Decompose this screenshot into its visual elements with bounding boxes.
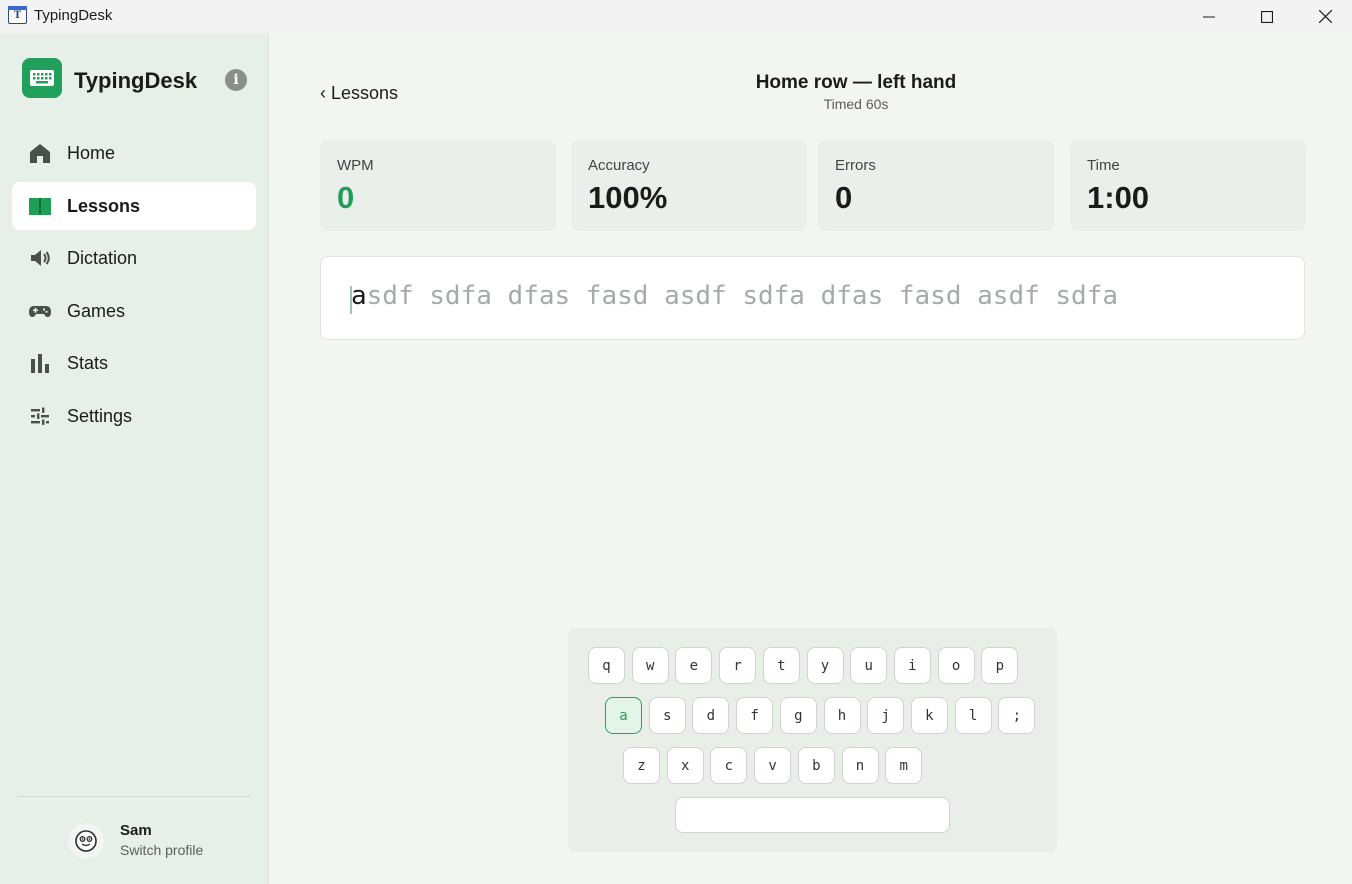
practice-text: asdf sdfa dfas fasd asdf sdfa dfas fasd …: [351, 281, 1118, 311]
stat-label: Accuracy: [588, 157, 650, 174]
window-title: TypingDesk: [34, 7, 113, 24]
profile-name[interactable]: Sam: [120, 822, 152, 839]
key-n[interactable]: n: [841, 747, 879, 784]
key-a[interactable]: a: [605, 697, 642, 734]
sliders-icon: [31, 407, 49, 425]
avatar[interactable]: [68, 823, 104, 859]
on-screen-keyboard: q w e r t y u i o p a s d f g h j k l; z x c v b n m: [568, 628, 1057, 852]
stat-card-wpm: WPM 0: [320, 140, 556, 231]
stat-label: Time: [1087, 157, 1120, 174]
home-icon: [30, 144, 50, 163]
switch-profile-link[interactable]: Switch profile: [120, 842, 203, 858]
smiley-avatar-icon: [75, 830, 97, 852]
sidebar-item-label: Home: [67, 143, 116, 163]
stat-value-errors: 0: [835, 180, 853, 215]
gamepad-icon: [29, 305, 51, 317]
book-icon: [29, 197, 51, 215]
key-d[interactable]: d: [692, 697, 730, 734]
key-f[interactable]: f: [736, 697, 774, 734]
sidebar-item-label: Games: [67, 300, 126, 321]
info-glyph: i: [233, 72, 239, 88]
stat-value-accuracy: 100%: [588, 180, 668, 215]
key-semicolon[interactable]: ;: [998, 697, 1036, 734]
key-v[interactable]: v: [754, 747, 792, 784]
key-l[interactable]: l: [954, 697, 992, 734]
key-y[interactable]: y: [806, 647, 844, 684]
sidebar-divider: [17, 796, 251, 797]
maximize-button[interactable]: [1238, 0, 1296, 33]
title-bar: T TypingDesk: [0, 0, 1352, 33]
sidebar-item-dictation[interactable]: Dictation: [12, 234, 256, 282]
key-space[interactable]: [675, 797, 950, 833]
key-t[interactable]: t: [762, 647, 800, 684]
key-x[interactable]: x: [666, 747, 704, 784]
sidebar-item-lessons[interactable]: Lessons: [12, 181, 256, 230]
lesson-title: Home row — left hand: [755, 72, 957, 93]
sidebar-item-settings[interactable]: Settings: [12, 392, 256, 440]
key-o[interactable]: o: [937, 647, 975, 684]
app-icon-letter: T: [13, 9, 22, 21]
back-to-lessons-link[interactable]: ‹ Lessons: [320, 83, 398, 104]
key-g[interactable]: g: [779, 697, 817, 734]
remaining-text: sdf sdfa dfas fasd asdf sdfa dfas fasd a…: [366, 281, 1119, 311]
close-icon: [1318, 10, 1332, 23]
stat-value-time: 1:00: [1087, 180, 1150, 215]
stat-label: WPM: [337, 157, 374, 174]
info-icon[interactable]: i: [225, 69, 247, 91]
key-s[interactable]: s: [648, 697, 686, 734]
key-p[interactable]: p: [981, 647, 1019, 684]
sidebar-item-stats[interactable]: Stats: [12, 339, 256, 387]
sidebar-nav: Home Lessons Dictation Games Stats Setti…: [12, 129, 256, 444]
key-c[interactable]: c: [710, 747, 748, 784]
app-icon: T: [8, 6, 27, 24]
key-u[interactable]: u: [850, 647, 888, 684]
key-e[interactable]: e: [675, 647, 713, 684]
sidebar-item-label: Settings: [67, 405, 133, 426]
key-q[interactable]: q: [588, 647, 625, 684]
key-b[interactable]: b: [797, 747, 835, 784]
close-button[interactable]: [1296, 0, 1352, 33]
sidebar-item-label: Dictation: [67, 248, 138, 268]
stat-label: Errors: [835, 157, 876, 174]
speaker-icon: [31, 250, 50, 266]
sidebar-item-home[interactable]: Home: [12, 129, 256, 177]
practice-text-box[interactable]: asdf sdfa dfas fasd asdf sdfa dfas fasd …: [320, 256, 1305, 340]
minimize-button[interactable]: [1180, 0, 1238, 33]
stat-card-errors: Errors 0: [818, 140, 1054, 231]
stat-card-time: Time 1:00: [1070, 140, 1306, 231]
brand-name: TypingDesk: [74, 68, 198, 93]
stat-card-accuracy: Accuracy 100%: [571, 140, 807, 231]
sidebar-item-label: Lessons: [67, 195, 141, 216]
key-k[interactable]: k: [910, 697, 948, 734]
key-j[interactable]: j: [867, 697, 905, 734]
key-z[interactable]: z: [623, 747, 660, 784]
key-i[interactable]: i: [893, 647, 931, 684]
maximize-icon: [1261, 10, 1273, 23]
sidebar-item-games[interactable]: Games: [12, 287, 256, 335]
lesson-subtitle: Timed 60s: [823, 96, 889, 112]
key-r[interactable]: r: [719, 647, 757, 684]
current-char: a: [351, 281, 367, 311]
sidebar: TypingDesk i Home Lessons Dictation Game…: [0, 33, 269, 884]
key-w[interactable]: w: [631, 647, 669, 684]
key-m[interactable]: m: [885, 747, 923, 784]
stat-value-wpm: 0: [337, 180, 355, 215]
sidebar-item-label: Stats: [67, 353, 109, 373]
key-h[interactable]: h: [823, 697, 861, 734]
bar-chart-icon: [31, 354, 49, 373]
brand-logo: [22, 58, 62, 98]
minimize-icon: [1203, 16, 1215, 17]
keyboard-icon: [30, 70, 54, 86]
